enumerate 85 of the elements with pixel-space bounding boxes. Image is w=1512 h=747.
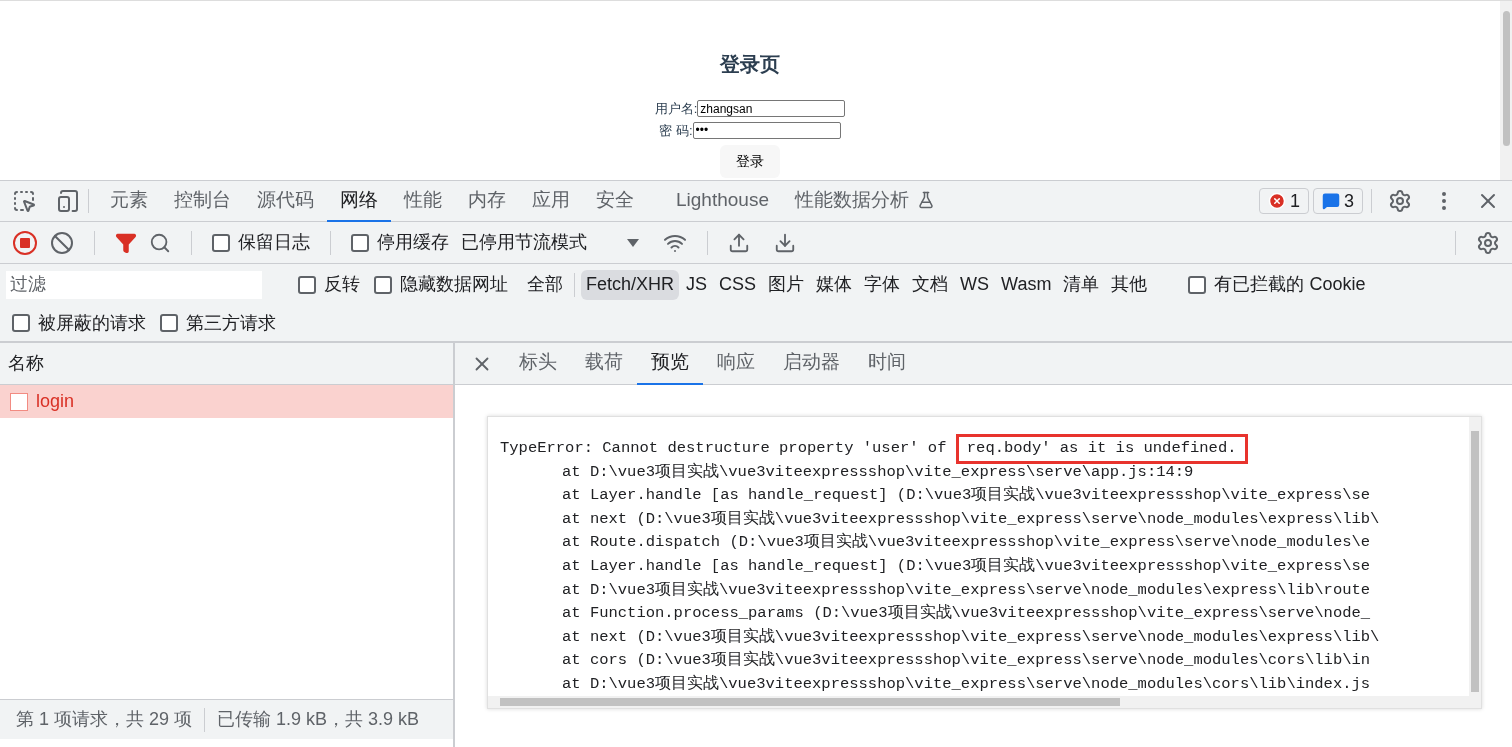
record-icon[interactable] [12,229,38,256]
throttling-dropdown[interactable]: 已停用节流模式 [461,229,639,256]
type-filter[interactable]: Fetch/XHR [581,269,680,300]
type-filter[interactable]: 全部 [522,269,568,300]
panel-tab[interactable]: 源代码 [244,180,327,222]
page-title: 登录页 [720,52,780,77]
type-filter[interactable]: 媒体 [811,269,858,300]
field-label: 密 码: [659,121,693,140]
filter-input[interactable]: 过滤 [6,270,262,299]
caret-icon [627,238,639,247]
type-filter[interactable]: WS [955,269,995,300]
panel-tab[interactable]: 应用 [519,180,583,222]
stack-trace-line: at next (D:\vue3项目实战\vue3viteexpressshop\vite_express\serve\node_modules\express\lib\ [561,508,1380,530]
clear-icon[interactable] [50,230,74,255]
highlighted-text: req.body' as it is undefined. [955,434,1248,464]
checkbox[interactable] [298,275,316,294]
stack-trace-line: at D:\vue3项目实战\vue3viteexpressshop\vite_express\serve\node_modules\express\lib\route [561,579,1371,601]
error-count[interactable]: 1 [1258,188,1309,214]
panel-tab[interactable]: 元素 [97,180,161,222]
message-count[interactable]: 3 [1313,188,1363,214]
filter-icon[interactable] [115,231,137,254]
request-row[interactable]: login [0,385,453,418]
vertical-scrollbar[interactable] [1469,417,1481,696]
search-icon[interactable] [149,231,171,254]
checkbox-label: 隐藏数据网址 [400,273,508,296]
checkbox[interactable] [160,314,178,332]
error-icon [1267,192,1286,210]
error-message: TypeError: Cannot destructure property 'user' of [500,438,948,459]
stack-trace-line: at next (D:\vue3项目实战\vue3viteexpressshop\vite_express\serve\node_modules\express\lib\ [561,626,1380,648]
stack-trace-line: at Layer.handle [as handle_request] (D:\vue3项目实战\vue3viteexpressshop\vite_express\se [561,485,1371,507]
detail-tab[interactable]: 预览 [637,342,703,385]
panel-tab[interactable]: Lighthouse [663,180,782,222]
stack-trace-line: at cors (D:\vue3项目实战\vue3viteexpressshop\vite_express\serve\node_modules\cors\lib\in [561,650,1371,672]
detail-tab[interactable]: 标头 [505,342,571,385]
checkbox-label: 有已拦截的 Cookie [1214,273,1366,296]
type-filter[interactable]: 清单 [1058,269,1105,300]
stack-trace-line: at D:\vue3项目实战\vue3viteexpressshop\vite_express\serve\node_modules\cors\lib\index.js [561,673,1371,695]
scrollbar[interactable] [1500,1,1512,180]
type-filter[interactable]: 文档 [907,269,954,300]
checkbox-label: 第三方请求 [186,311,276,335]
input-field[interactable]: ••• [692,121,841,139]
upload-icon[interactable] [728,231,750,254]
detail-tab[interactable]: 响应 [703,342,769,385]
checkbox[interactable] [1188,275,1207,294]
message-icon [1322,192,1340,210]
field-label: 用户名: [654,100,698,118]
type-filter[interactable]: CSS [714,269,762,300]
flask-icon [916,191,935,209]
type-filter[interactable]: Wasm [996,269,1057,300]
type-filter[interactable]: 其他 [1106,269,1153,300]
panel-tab[interactable]: 内存 [455,180,519,222]
detail-tab[interactable]: 时间 [854,342,920,385]
input-field[interactable]: zhangsan [697,100,846,118]
download-icon[interactable] [774,231,796,254]
checkbox-label: 保留日志 [238,231,310,254]
inspect-icon[interactable] [12,189,36,213]
detail-tab[interactable]: 启动器 [769,342,854,385]
file-icon [10,392,28,411]
stack-trace-line: at Route.dispatch (D:\vue3项目实战\vue3viteexpressshop\vite_express\serve\node_modules\e [561,532,1371,554]
checkbox-label: 反转 [324,273,360,296]
checkbox[interactable] [12,314,30,332]
device-icon[interactable] [56,189,80,213]
column-header[interactable]: 名称 [0,343,453,385]
stack-trace-line: at Function.process_params (D:\vue3项目实战\vue3viteexpressshop\vite_express\serve\node_ [561,603,1371,625]
stack-trace-line: at D:\vue3项目实战\vue3viteexpressshop\vite_express\serve\app.js:14:9 [561,461,1194,483]
checkbox[interactable] [374,275,392,294]
checkbox[interactable] [351,233,369,252]
settings-icon[interactable] [1388,189,1412,213]
detail-tab[interactable]: 载荷 [571,342,637,385]
panel-tab[interactable]: 性能 [391,180,455,222]
checkbox[interactable] [212,233,230,252]
checkbox-label: 被屏蔽的请求 [38,311,146,335]
panel-tab[interactable]: 控制台 [161,180,244,222]
checkbox-label: 停用缓存 [377,231,449,254]
panel-tab[interactable]: 安全 [583,180,647,222]
status-text: 第 1 项请求，共 29 项 [16,708,193,731]
type-filter[interactable]: 字体 [859,269,906,300]
horizontal-scrollbar[interactable] [488,696,1481,708]
type-filter[interactable]: 图片 [763,269,810,300]
settings-icon[interactable] [1476,230,1500,255]
stack-trace-line: at Layer.handle [as handle_request] (D:\vue3项目实战\vue3viteexpressshop\vite_express\se [561,555,1371,577]
login-button[interactable]: 登录 [720,145,780,178]
type-filter[interactable]: JS [681,269,713,300]
panel-tab[interactable]: 性能数据分析 [781,180,948,222]
status-text: 已传输 1.9 kB，共 3.9 kB [217,708,420,731]
